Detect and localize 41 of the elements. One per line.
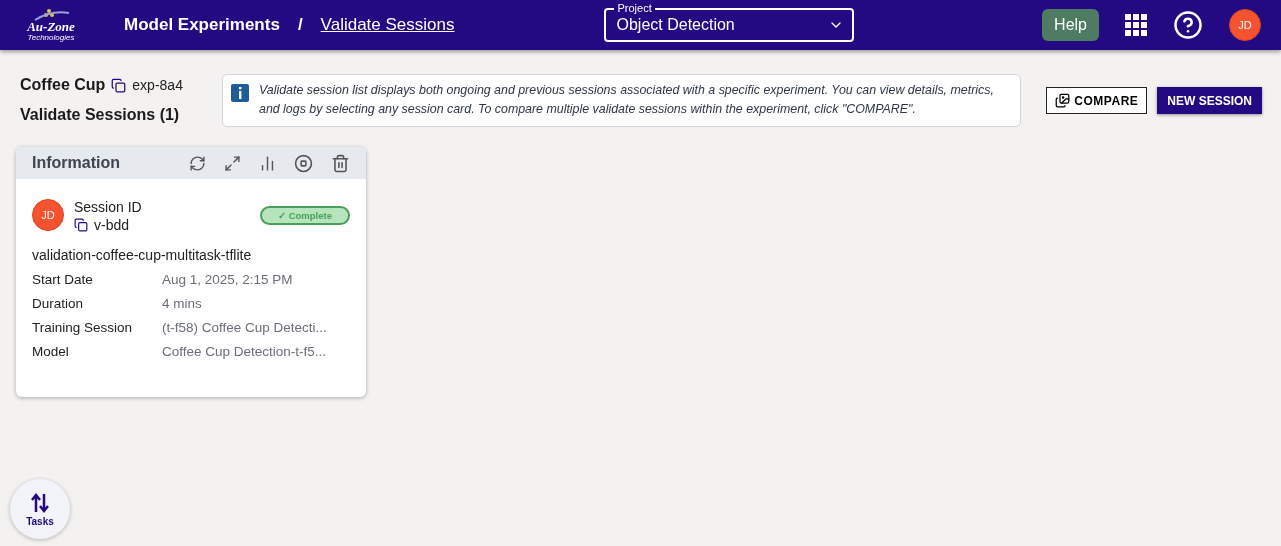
field-value: Aug 1, 2025, 2:15 PM (162, 272, 294, 287)
new-session-button[interactable]: NEW SESSION (1157, 87, 1262, 114)
breadcrumb-link[interactable]: Validate Sessions (320, 15, 455, 35)
apps-grid-icon[interactable] (1125, 14, 1147, 36)
copy-icon[interactable] (111, 77, 127, 93)
field-value: (t-f58) Coffee Cup Detecti... (162, 320, 328, 335)
info-text: Validate session list displays both ongoing and previous sessions associated with a specific experiment. You can view details, metrics, and logs by selecting any session card. To compare multiple validate sessions within the experiment, click "COMPARE". (259, 82, 995, 118)
select-label: Project (614, 1, 655, 15)
help-button[interactable]: Help (1042, 9, 1099, 41)
field-value: Coffee Cup Detection-t-f5... (162, 344, 328, 359)
card-title: Information (32, 154, 120, 172)
gallery-icon (1055, 93, 1071, 108)
help-icon[interactable] (1173, 10, 1203, 40)
field-label: Start Date (32, 272, 94, 287)
chart-icon[interactable] (259, 154, 276, 172)
expand-icon[interactable] (224, 154, 241, 172)
select-value: Object Detection (616, 16, 735, 34)
company-logo: Au-Zone Technologies (20, 8, 82, 42)
experiment-id: exp-8a4 (132, 77, 183, 93)
arrows-icon (29, 491, 51, 514)
field-label: Duration (32, 296, 85, 311)
breadcrumb-text: / (297, 15, 303, 35)
session-avatar: JD (32, 199, 64, 231)
section-title: Validate Sessions (1) (20, 106, 181, 124)
tasks-button[interactable]: Tasks (10, 479, 70, 539)
status-badge: ✓ Complete (260, 206, 350, 225)
session-id: v-bdd (94, 217, 130, 233)
session-name: validation-coffee-cup-multitask-tflite (32, 247, 253, 263)
session-id-label: Session ID (74, 199, 142, 215)
delete-icon[interactable] (331, 153, 350, 173)
experiment-name: Coffee Cup (20, 76, 106, 94)
refresh-icon[interactable] (189, 154, 206, 172)
session-card[interactable] (16, 147, 366, 397)
copy-icon[interactable] (74, 218, 88, 232)
field-value: 4 mins (162, 296, 203, 311)
field-label: Training Session (32, 320, 134, 335)
field-label: Model (32, 344, 70, 359)
compare-button[interactable]: COMPARE (1046, 87, 1148, 114)
breadcrumb-text: Model Experiments (124, 15, 280, 35)
info-icon (231, 84, 249, 102)
stop-icon[interactable] (294, 153, 313, 173)
